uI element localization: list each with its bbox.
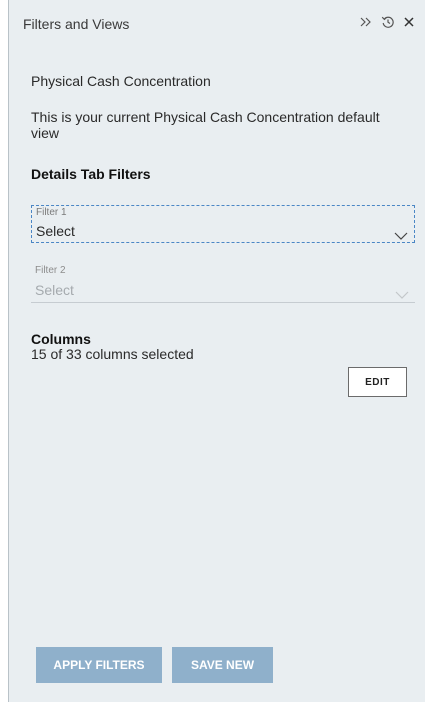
edit-columns-button[interactable]: EDIT [348, 367, 407, 397]
filters-views-panel: Filters and Views Physical Cash Concentr… [8, 0, 425, 702]
history-icon[interactable] [378, 12, 398, 32]
panel-header: Filters and Views [9, 0, 425, 48]
apply-filters-button[interactable]: APPLY FILTERS [36, 647, 162, 683]
chevron-down-icon [395, 286, 409, 304]
view-name: Physical Cash Concentration [31, 73, 211, 89]
close-icon[interactable] [399, 12, 419, 32]
save-new-button[interactable]: SAVE NEW [172, 647, 273, 683]
filter-2-label: Filter 2 [35, 265, 66, 276]
filter-1-select[interactable]: Filter 1 Select [31, 205, 415, 243]
chevron-down-icon [394, 227, 408, 245]
details-filters-heading: Details Tab Filters [31, 166, 151, 182]
filter-1-value: Select [36, 223, 75, 239]
double-chevron-right-icon[interactable] [356, 12, 376, 32]
filter-2-select[interactable]: Filter 2 Select [31, 265, 415, 303]
filter-2-value: Select [35, 282, 74, 298]
panel-title: Filters and Views [23, 16, 130, 32]
columns-heading: Columns [31, 331, 91, 347]
filter-1-label: Filter 1 [36, 207, 67, 218]
columns-summary: 15 of 33 columns selected [31, 346, 194, 362]
view-description: This is your current Physical Cash Conce… [31, 109, 380, 141]
